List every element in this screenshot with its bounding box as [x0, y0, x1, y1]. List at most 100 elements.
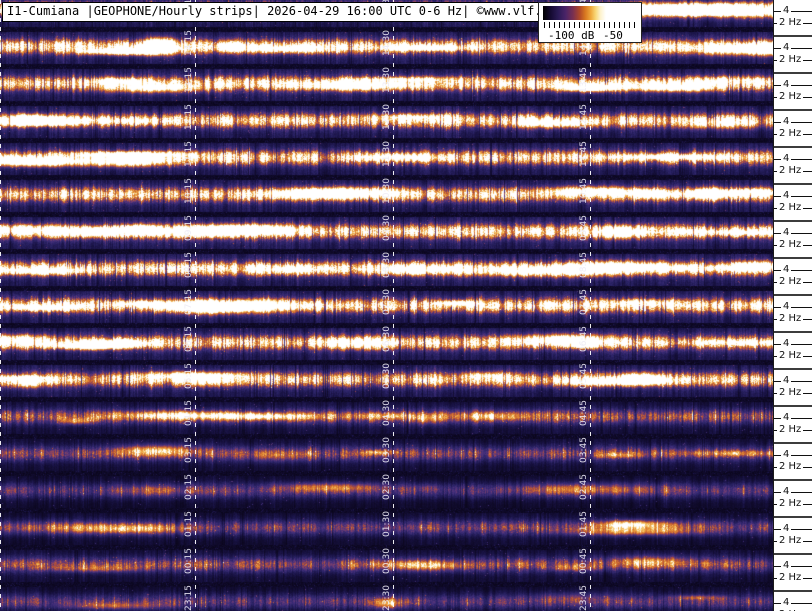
tick-dash — [774, 491, 781, 493]
tick-dash — [774, 343, 781, 345]
strip-time-label: 07:30 — [382, 289, 392, 315]
freq-tick-4hz-text: 4 — [783, 42, 790, 53]
strip-time-label: 10:30 — [382, 178, 392, 204]
tick-dash — [803, 59, 812, 61]
strip-time-label: 03:30 — [382, 437, 392, 463]
strip-time-label: 13:30 — [382, 67, 392, 93]
tick-dash — [791, 491, 812, 493]
freq-tick-2hz: 2 Hz — [774, 54, 812, 66]
strip-time-label: 00:30 — [382, 548, 392, 574]
tick-dash — [774, 380, 781, 382]
freq-tick-4hz: 4 — [774, 375, 812, 387]
freq-tick-4hz-text: 4 — [783, 560, 790, 571]
freq-tick-4hz-text: 4 — [783, 79, 790, 90]
strip-time-label: 10:15 — [184, 178, 194, 204]
tick-dash — [774, 269, 781, 271]
tick-dash — [791, 158, 812, 160]
tick-dash — [791, 343, 812, 345]
freq-tick-4hz-text: 4 — [783, 153, 790, 164]
freq-tick-4hz: 4 — [774, 412, 812, 424]
freq-tick-4hz-text: 4 — [783, 301, 790, 312]
tick-dash — [803, 318, 812, 320]
strip-time-label: 04:15 — [184, 400, 194, 426]
freq-tick-4hz: 4 — [774, 338, 812, 350]
frequency-axis-margin: 42 Hz 4 2 Hz 4 2 Hz 4 2 Hz 4 2 Hz 4 2 Hz 4 2 Hz 4 2 Hz… — [773, 0, 812, 611]
tick-dash — [774, 121, 781, 123]
freq-tick-2hz-text: 2 Hz — [779, 165, 802, 176]
strip-separator-line — [774, 590, 812, 592]
freq-tick-4hz: 4 — [774, 264, 812, 276]
tick-dash — [774, 306, 781, 308]
freq-tick-2hz-text: 2 Hz — [779, 128, 802, 139]
strip-time-label: 01:45 — [579, 511, 589, 537]
strip-time-label: 04:30 — [382, 400, 392, 426]
freq-tick-2hz-text: 2 Hz — [779, 54, 802, 65]
spectrogram-screen: 15:1515:3015:4514:1514:3014:4513:1513:30… — [0, 0, 812, 611]
freq-tick-4hz-text: 4 — [783, 227, 790, 238]
strip-time-label: 04:45 — [579, 400, 589, 426]
tick-dash — [803, 207, 812, 209]
freq-tick-2hz: 2 Hz — [774, 128, 812, 140]
strip-separator-line — [774, 220, 812, 222]
freq-tick-4hz: 4 — [774, 42, 812, 54]
tick-dash — [791, 528, 812, 530]
tick-dash — [791, 10, 812, 12]
tick-dash — [803, 540, 812, 542]
freq-tick-4hz-text: 4 — [783, 523, 790, 534]
tick-dash — [791, 232, 812, 234]
strip-separator-line — [774, 368, 812, 370]
freq-tick-4hz: 4 — [774, 597, 812, 609]
freq-tick-4hz: 4 — [774, 227, 812, 239]
freq-tick-2hz: 2 Hz — [774, 17, 812, 29]
freq-tick-4hz-text: 4 — [783, 190, 790, 201]
strip-time-label: 08:30 — [382, 252, 392, 278]
strip-time-label: 08:15 — [184, 252, 194, 278]
strip-time-label: 07:45 — [579, 289, 589, 315]
strip-time-label: 13:45 — [579, 67, 589, 93]
tick-dash — [774, 10, 781, 12]
strip-time-label: 05:15 — [184, 363, 194, 389]
strip-separator-line — [774, 294, 812, 296]
strip-time-label: 06:15 — [184, 326, 194, 352]
freq-tick-2hz-text: 2 Hz — [779, 313, 802, 324]
colorbar-gradient — [543, 6, 637, 20]
strip-separator-line — [774, 183, 812, 185]
strip-time-label: 05:45 — [579, 363, 589, 389]
strip-time-label: 11:30 — [382, 141, 392, 167]
tick-dash — [803, 244, 812, 246]
strip-time-label: 14:15 — [184, 30, 194, 56]
freq-tick-2hz-text: 2 Hz — [779, 498, 802, 509]
freq-tick-2hz: 2 Hz — [774, 276, 812, 288]
strip-labels-layer: 15:1515:3015:4514:1514:3014:4513:1513:30… — [0, 0, 812, 611]
strip-separator-line — [774, 109, 812, 111]
freq-tick-2hz: 2 Hz — [774, 239, 812, 251]
tick-dash — [803, 22, 812, 24]
freq-tick-2hz: 2 Hz — [774, 165, 812, 177]
freq-tick-2hz-text: 2 Hz — [779, 202, 802, 213]
strip-time-label: 14:30 — [382, 30, 392, 56]
tick-dash — [791, 47, 812, 49]
strip-time-label: 02:15 — [184, 474, 194, 500]
title-bar: I1-Cumiana |GEOPHONE/Hourly strips| 2026… — [2, 2, 562, 22]
strip-time-label: 06:30 — [382, 326, 392, 352]
strip-time-label: 12:45 — [579, 104, 589, 130]
strip-time-label: 02:30 — [382, 474, 392, 500]
freq-tick-4hz-text: 4 — [783, 264, 790, 275]
tick-dash — [791, 602, 812, 604]
tick-dash — [774, 84, 781, 86]
freq-tick-2hz-text: 2 Hz — [779, 17, 802, 28]
strip-time-label: 12:30 — [382, 104, 392, 130]
freq-tick-4hz-text: 4 — [783, 597, 790, 608]
strip-time-label: 09:45 — [579, 215, 589, 241]
strip-time-label: 01:30 — [382, 511, 392, 537]
tick-dash — [803, 577, 812, 579]
strip-time-label: 06:45 — [579, 326, 589, 352]
strip-time-label: 03:15 — [184, 437, 194, 463]
strip-separator-line — [774, 442, 812, 444]
freq-tick-2hz-text: 2 Hz — [779, 91, 802, 102]
freq-tick-4hz-text: 4 — [783, 338, 790, 349]
tick-dash — [803, 170, 812, 172]
colorbar-min-label: -100 dB — [548, 29, 595, 42]
strip-time-label: 11:45 — [579, 141, 589, 167]
freq-tick-2hz-text: 2 Hz — [779, 239, 802, 250]
